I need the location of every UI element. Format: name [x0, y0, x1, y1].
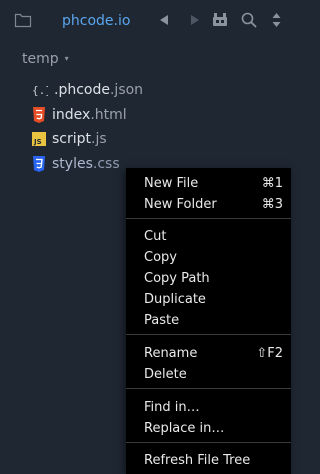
- svg-text:{.}: {.}: [32, 84, 48, 97]
- menu-item-find-in[interactable]: Find in…: [126, 397, 291, 418]
- menu-item-label: Copy: [144, 250, 177, 265]
- menu-item-label: Paste: [144, 313, 180, 328]
- menu-separator: [126, 334, 291, 335]
- file-tree-item[interactable]: JS script.js: [0, 127, 291, 151]
- project-root-dropdown[interactable]: temp ▾: [22, 50, 69, 68]
- menu-item-label: Find in…: [144, 400, 200, 415]
- menu-item-label: New Folder: [144, 197, 217, 212]
- menu-separator: [126, 218, 291, 219]
- nav-forward-icon[interactable]: [190, 15, 199, 25]
- css3-file-icon: [33, 156, 45, 172]
- context-menu: New File ⌘1 New Folder ⌘3 Cut Copy Copy …: [126, 168, 291, 474]
- menu-separator: [126, 388, 291, 389]
- new-folder-icon[interactable]: [14, 12, 32, 28]
- search-icon[interactable]: [241, 12, 257, 28]
- menu-item-label: New File: [144, 176, 199, 191]
- chevron-down-icon: ▾: [64, 54, 69, 63]
- html5-file-icon: [33, 107, 45, 123]
- file-name: .phcode.json: [54, 82, 144, 98]
- file-tree-item[interactable]: {.} .phcode.json: [0, 78, 291, 102]
- menu-item-copy-path[interactable]: Copy Path: [126, 268, 291, 289]
- menu-item-label: Cut: [144, 229, 167, 244]
- menu-item-new-folder[interactable]: New Folder ⌘3: [126, 194, 291, 215]
- menu-item-cut[interactable]: Cut: [126, 226, 291, 247]
- sort-icon[interactable]: [272, 13, 281, 27]
- menu-item-label: Duplicate: [144, 292, 206, 307]
- menu-item-shortcut: ⇧F2: [256, 346, 283, 361]
- project-title[interactable]: phcode.io: [62, 12, 130, 30]
- file-name: styles.css: [52, 156, 120, 172]
- menu-item-new-file[interactable]: New File ⌘1: [126, 173, 291, 194]
- extensions-icon[interactable]: [212, 11, 228, 27]
- menu-separator: [126, 442, 291, 443]
- menu-item-shortcut: ⌘3: [261, 197, 283, 212]
- menu-item-refresh-file-tree[interactable]: Refresh File Tree: [126, 450, 291, 471]
- menu-item-duplicate[interactable]: Duplicate: [126, 289, 291, 310]
- menu-item-rename[interactable]: Rename ⇧F2: [126, 343, 291, 364]
- menu-item-copy[interactable]: Copy: [126, 247, 291, 268]
- sidebar-toolbar: phcode.io: [0, 0, 291, 40]
- nav-back-icon[interactable]: [160, 15, 169, 25]
- menu-item-label: Delete: [144, 367, 187, 382]
- file-name: script.js: [52, 131, 107, 147]
- menu-item-label: Refresh File Tree: [144, 453, 251, 468]
- menu-item-replace-in[interactable]: Replace in…: [126, 418, 291, 439]
- menu-item-label: Copy Path: [144, 271, 210, 286]
- file-tree-item[interactable]: index.html: [0, 103, 291, 127]
- project-root-label: temp: [22, 51, 59, 67]
- menu-item-delete[interactable]: Delete: [126, 364, 291, 385]
- menu-item-shortcut: ⌘1: [261, 176, 283, 191]
- file-name: index.html: [52, 107, 127, 123]
- json-file-icon: {.}: [32, 84, 48, 97]
- javascript-file-icon: JS: [32, 132, 46, 146]
- menu-item-label: Rename: [144, 346, 198, 361]
- menu-item-label: Replace in…: [144, 421, 225, 436]
- svg-text:JS: JS: [33, 138, 42, 146]
- menu-item-paste[interactable]: Paste: [126, 310, 291, 331]
